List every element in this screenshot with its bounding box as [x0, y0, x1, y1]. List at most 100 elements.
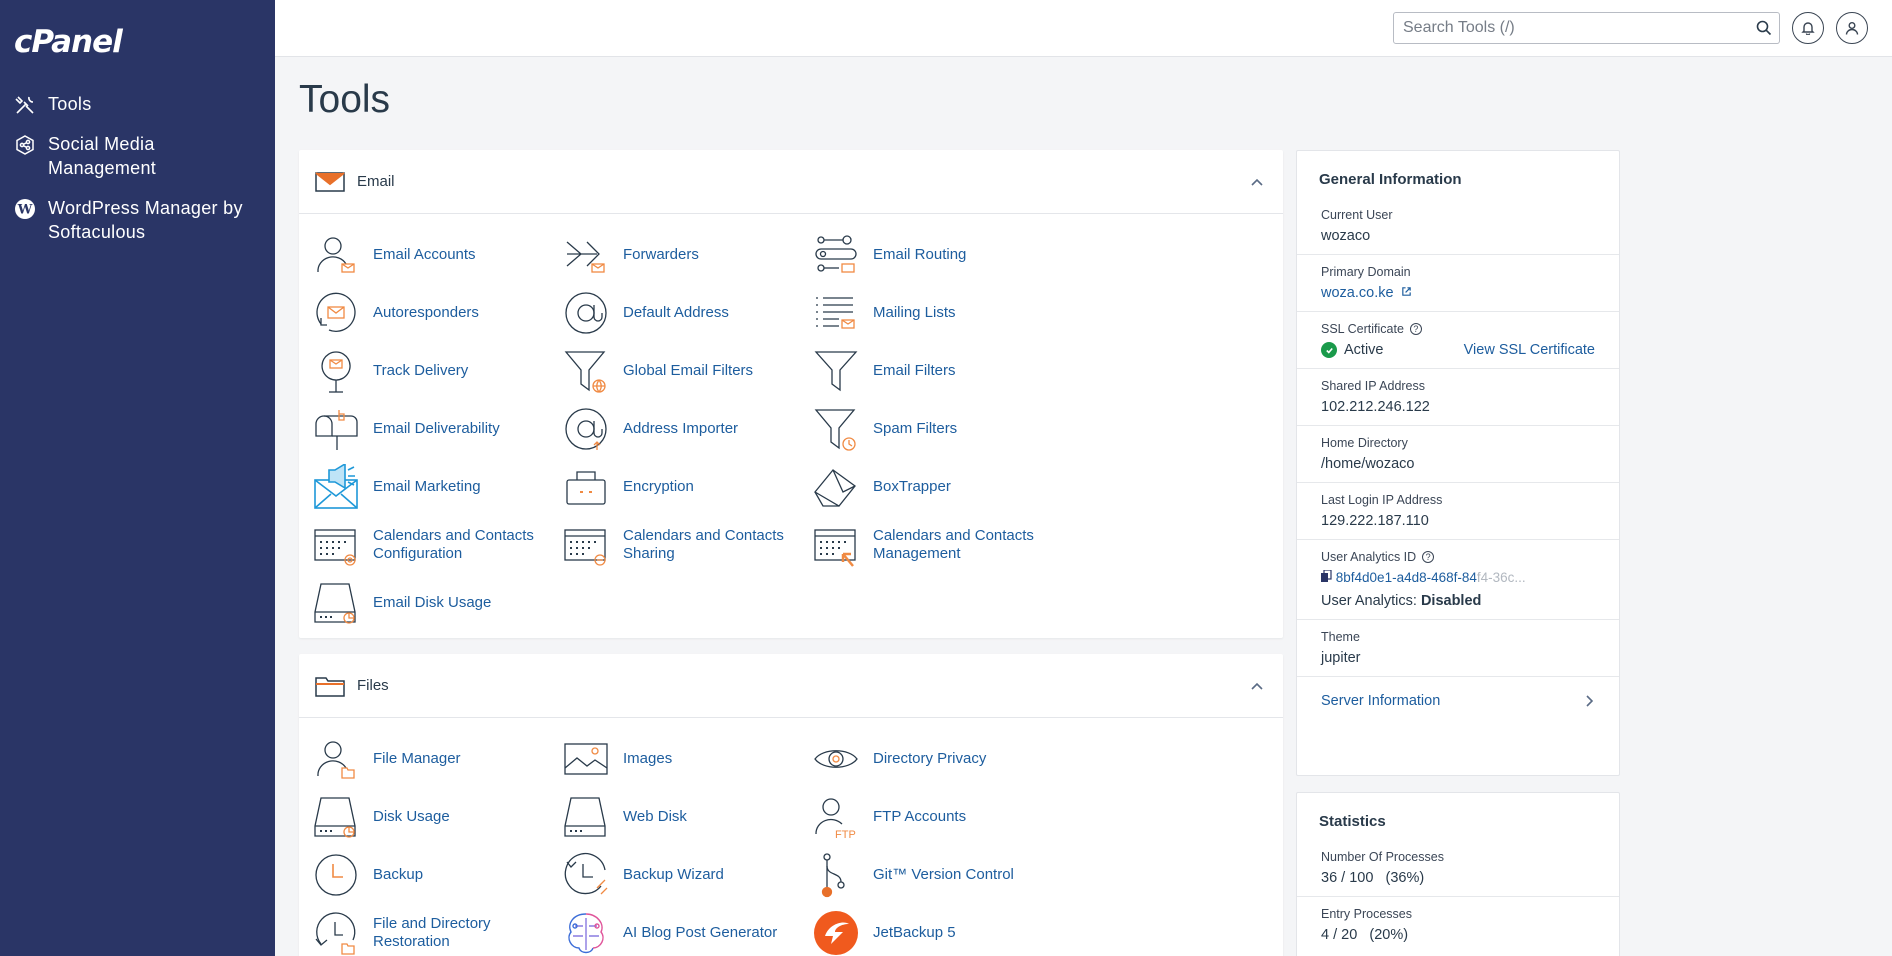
info-label: Entry Processes [1321, 907, 1413, 921]
tool-ai-blog-post-generator[interactable]: AI Blog Post Generator [563, 904, 813, 956]
info-label: Current User [1321, 208, 1393, 222]
files-tools-grid: File Manager Images Directory Privacy Di… [299, 718, 1283, 956]
autoresponders-icon [316, 292, 356, 332]
sidebar-item-wordpress[interactable]: W WordPress Manager by Softaculous [0, 196, 275, 244]
bell-icon [1801, 22, 1815, 35]
tool-web-disk[interactable]: Web Disk [563, 788, 813, 846]
entry-processes-value: 4 / 20 (20%) [1321, 927, 1595, 943]
check-circle-icon [1321, 342, 1337, 358]
tool-label: Email Disk Usage [373, 594, 492, 611]
sidebar-item-tools[interactable]: Tools [0, 92, 275, 116]
tool-label: Address Importer [623, 420, 739, 437]
tool-label: BoxTrapper [873, 478, 951, 495]
analytics-value: Disabled [1420, 593, 1482, 609]
email-tools-grid: Email Accounts Forwarders Email Routing … [299, 214, 1283, 632]
svg-text:FTP: FTP [835, 829, 856, 840]
eye-icon [814, 750, 858, 768]
chevron-up-icon[interactable] [1249, 174, 1265, 190]
user-menu-button[interactable] [1836, 12, 1868, 44]
file-manager-icon [317, 741, 355, 779]
info-label: Shared IP Address [1321, 379, 1426, 393]
tool-file-directory-restoration[interactable]: File and Directory Restoration [313, 904, 563, 956]
help-icon[interactable]: ? [1409, 323, 1422, 335]
tool-calendars-configuration[interactable]: Calendars and Contacts Configuration [313, 516, 563, 574]
tool-backup-wizard[interactable]: Backup Wizard [563, 846, 813, 904]
tool-email-disk-usage[interactable]: Email Disk Usage [313, 574, 563, 632]
current-user-value: wozaco [1321, 228, 1371, 244]
external-link-icon[interactable] [1401, 286, 1412, 297]
tool-email-marketing[interactable]: Email Marketing [313, 458, 563, 516]
copy-icon[interactable] [1321, 569, 1332, 582]
server-information-link[interactable]: Server Information [1297, 677, 1619, 723]
tool-label: Backup Wizard [623, 866, 724, 883]
tool-global-email-filters[interactable]: Global Email Filters [563, 342, 813, 400]
tool-forwarders[interactable]: Forwarders [563, 226, 813, 284]
tool-encryption[interactable]: Encryption [563, 458, 813, 516]
card-title: Statistics [1319, 813, 1386, 830]
tool-email-deliverability[interactable]: Email Deliverability [313, 400, 563, 458]
analytics-id[interactable]: 8bf4d0e1-a4d8-468f-84f4-36c... [1321, 569, 1595, 585]
encryption-icon [566, 471, 606, 505]
tool-boxtrapper[interactable]: BoxTrapper [813, 458, 1063, 516]
search-icon[interactable] [1749, 13, 1779, 43]
mailbox-icon [315, 410, 358, 450]
tool-label: Git™ Version Control [873, 866, 1014, 883]
tool-git-version-control[interactable]: Git™ Version Control [813, 846, 1063, 904]
analytics-status: User Analytics: Disabled [1321, 593, 1595, 609]
last-login-row: Last Login IP Address 129.222.187.110 [1297, 483, 1619, 540]
tool-label: Images [623, 750, 673, 767]
tool-calendars-sharing[interactable]: Calendars and Contacts Sharing [563, 516, 813, 574]
tool-ftp-accounts[interactable]: FTP FTP Accounts [813, 788, 1063, 846]
primary-domain-link[interactable]: woza.co.ke [1321, 285, 1595, 301]
sidebar-item-social-media[interactable]: Social Media Management [0, 132, 275, 180]
tool-label: Email Deliverability [373, 420, 500, 437]
tool-label: File and Directory Restoration [373, 915, 491, 950]
tool-label: Global Email Filters [623, 362, 754, 379]
backup-wizard-icon [564, 852, 608, 895]
tool-directory-privacy[interactable]: Directory Privacy [813, 730, 1063, 788]
notifications-button[interactable] [1792, 12, 1824, 44]
tool-calendars-management[interactable]: Calendars and Contacts Management [813, 516, 1063, 574]
analytics-id-label: User Analytics ID [1321, 550, 1417, 564]
cpanel-logo[interactable]: cPanel [14, 24, 123, 60]
chevron-up-icon[interactable] [1249, 678, 1265, 694]
email-panel-header[interactable]: Email [299, 150, 1283, 214]
tool-email-filters[interactable]: Email Filters [813, 342, 1063, 400]
backup-icon [315, 854, 357, 896]
tool-autoresponders[interactable]: Autoresponders [313, 284, 563, 342]
server-information-label: Server Information [1321, 693, 1441, 709]
general-information-card: General Information Current User wozaco … [1296, 150, 1620, 776]
tool-email-accounts[interactable]: Email Accounts [313, 226, 563, 284]
tool-images[interactable]: Images [563, 730, 813, 788]
tool-label: FTP Accounts [873, 808, 967, 825]
ssl-status-text: Active [1344, 342, 1384, 358]
tool-track-delivery[interactable]: Track Delivery [313, 342, 563, 400]
tool-label: Autoresponders [373, 304, 479, 321]
primary-domain-value[interactable]: woza.co.ke [1321, 285, 1394, 301]
email-accounts-icon [317, 237, 355, 273]
tool-spam-filters[interactable]: Spam Filters [813, 400, 1063, 458]
last-login-value: 129.222.187.110 [1321, 513, 1429, 529]
tool-jetbackup-5[interactable]: JetBackup 5 [813, 904, 1063, 956]
sidebar-nav: Tools Social Media Management W WordPres… [0, 92, 275, 260]
processes-count: 36 / 100 [1321, 870, 1374, 886]
social-media-icon [16, 135, 34, 155]
analytics-id-faded: f4-36c... [1476, 570, 1526, 585]
tool-backup[interactable]: Backup [313, 846, 563, 904]
help-icon[interactable]: ? [1422, 551, 1435, 563]
panel-title: Email [357, 173, 395, 190]
tool-file-manager[interactable]: File Manager [313, 730, 563, 788]
view-ssl-certificate-link[interactable]: View SSL Certificate [1464, 342, 1595, 358]
search-input[interactable] [1394, 13, 1749, 43]
ssl-status: Active [1321, 342, 1384, 358]
tool-email-routing[interactable]: Email Routing [813, 226, 1063, 284]
files-panel-header[interactable]: Files [299, 654, 1283, 718]
svg-text:W: W [17, 203, 33, 218]
tool-disk-usage[interactable]: Disk Usage [313, 788, 563, 846]
tool-label: Email Accounts [373, 246, 476, 263]
tool-mailing-lists[interactable]: Mailing Lists [813, 284, 1063, 342]
tool-label: Calendars and Contacts Sharing [623, 527, 784, 562]
analytics-id-value[interactable]: 8bf4d0e1-a4d8-468f-84 [1336, 570, 1477, 585]
tool-address-importer[interactable]: Address Importer [563, 400, 813, 458]
tool-default-address[interactable]: Default Address [563, 284, 813, 342]
